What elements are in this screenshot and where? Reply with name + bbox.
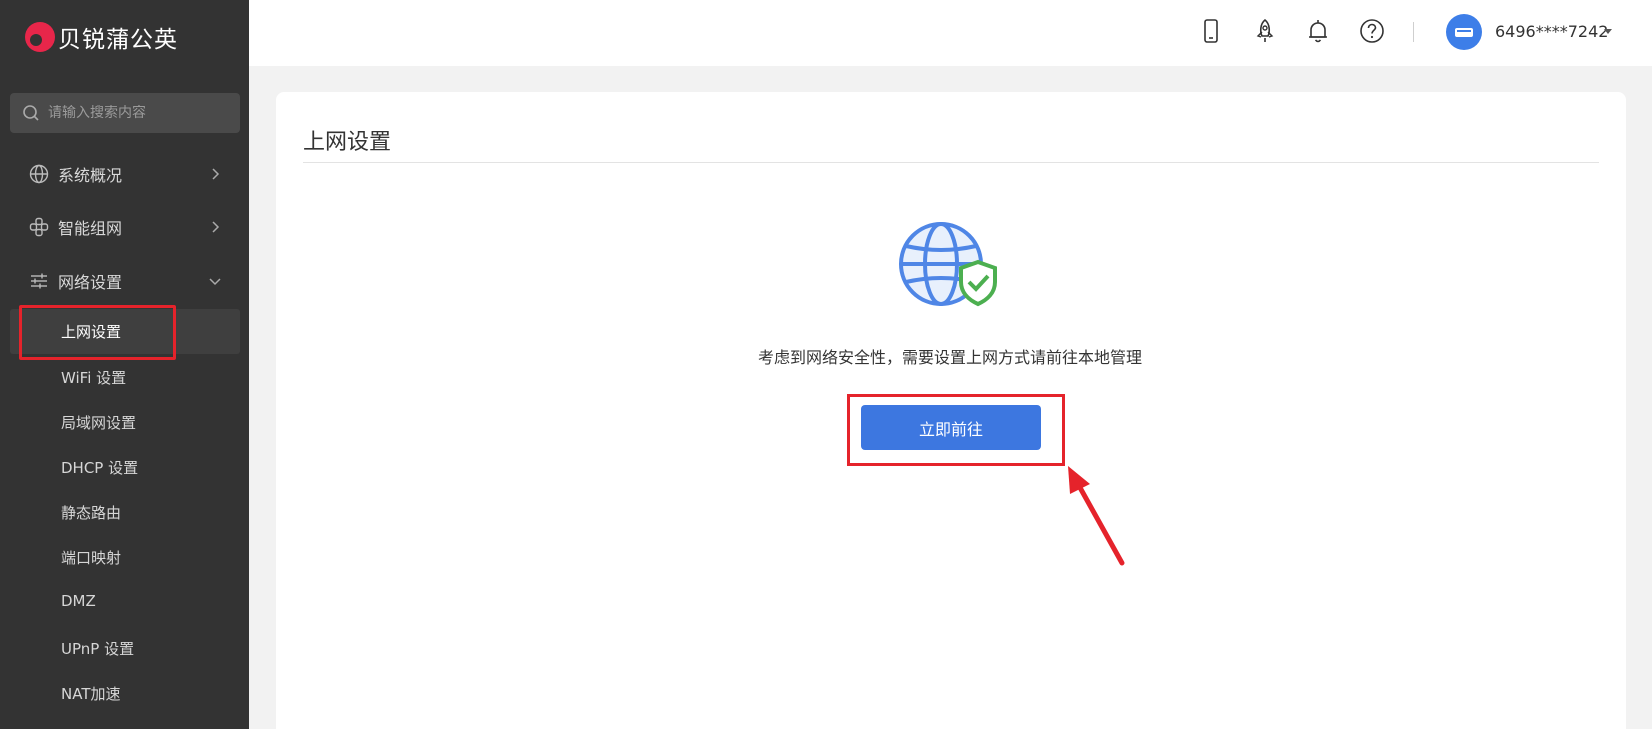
security-message: 考虑到网络安全性，需要设置上网方式请前往本地管理 xyxy=(757,348,1142,367)
caret-down-icon[interactable] xyxy=(1604,29,1612,34)
sidebar-subitem-upnp[interactable]: UPnP 设置 xyxy=(61,638,134,659)
bell-icon[interactable] xyxy=(1304,17,1332,45)
header-divider xyxy=(1413,22,1414,42)
router-icon xyxy=(1455,28,1473,37)
sidebar-subitem-nat[interactable]: NAT加速 xyxy=(61,683,120,704)
mobile-icon[interactable] xyxy=(1197,17,1225,45)
sidebar-item-overview[interactable]: 系统概况 xyxy=(0,154,249,194)
globe-icon xyxy=(28,163,50,185)
sidebar-subitem-dhcp[interactable]: DHCP 设置 xyxy=(61,457,138,478)
sidebar-item-label: 智能组网 xyxy=(58,219,123,238)
search-icon xyxy=(23,105,39,121)
brand-logo[interactable]: 贝锐蒲公英 xyxy=(24,20,178,54)
sidebar-item-label: 网络设置 xyxy=(58,273,123,292)
sidebar-subitem-dmz[interactable]: DMZ xyxy=(61,592,96,610)
dandelion-logo-icon xyxy=(24,21,56,53)
chevron-down-icon xyxy=(209,278,221,286)
secure-globe-icon xyxy=(899,222,997,307)
sidebar-subitem-wifi[interactable]: WiFi 设置 xyxy=(61,367,126,388)
sidebar: 贝锐蒲公英 系统概况 xyxy=(0,0,249,729)
sidebar-item-smart-network[interactable]: 智能组网 xyxy=(0,207,249,247)
sidebar-subitem-static-route[interactable]: 静态路由 xyxy=(61,502,121,523)
annotation-arrow xyxy=(1068,466,1125,566)
sidebar-subitem-port-mapping[interactable]: 端口映射 xyxy=(61,547,121,568)
chevron-right-icon xyxy=(212,168,220,180)
sidebar-subitem-lan[interactable]: 局域网设置 xyxy=(61,412,136,433)
search-input[interactable] xyxy=(48,105,238,121)
highlight-box xyxy=(847,394,1065,466)
page-title: 上网设置 xyxy=(303,130,392,155)
brand-name: 贝锐蒲公英 xyxy=(58,27,178,53)
avatar[interactable] xyxy=(1446,14,1482,50)
user-account-name[interactable]: 6496****7242 xyxy=(1495,22,1608,41)
chevron-right-icon xyxy=(212,221,220,233)
sidebar-item-label: 系统概况 xyxy=(58,166,123,185)
help-icon[interactable] xyxy=(1358,17,1386,45)
search-box[interactable] xyxy=(10,93,240,133)
sidebar-item-network-settings[interactable]: 网络设置 xyxy=(0,261,249,301)
network-icon xyxy=(28,216,50,238)
highlight-box xyxy=(19,305,176,360)
top-header xyxy=(249,0,1652,66)
rocket-icon[interactable] xyxy=(1251,17,1279,45)
sliders-icon xyxy=(28,270,50,292)
title-divider xyxy=(303,162,1599,163)
